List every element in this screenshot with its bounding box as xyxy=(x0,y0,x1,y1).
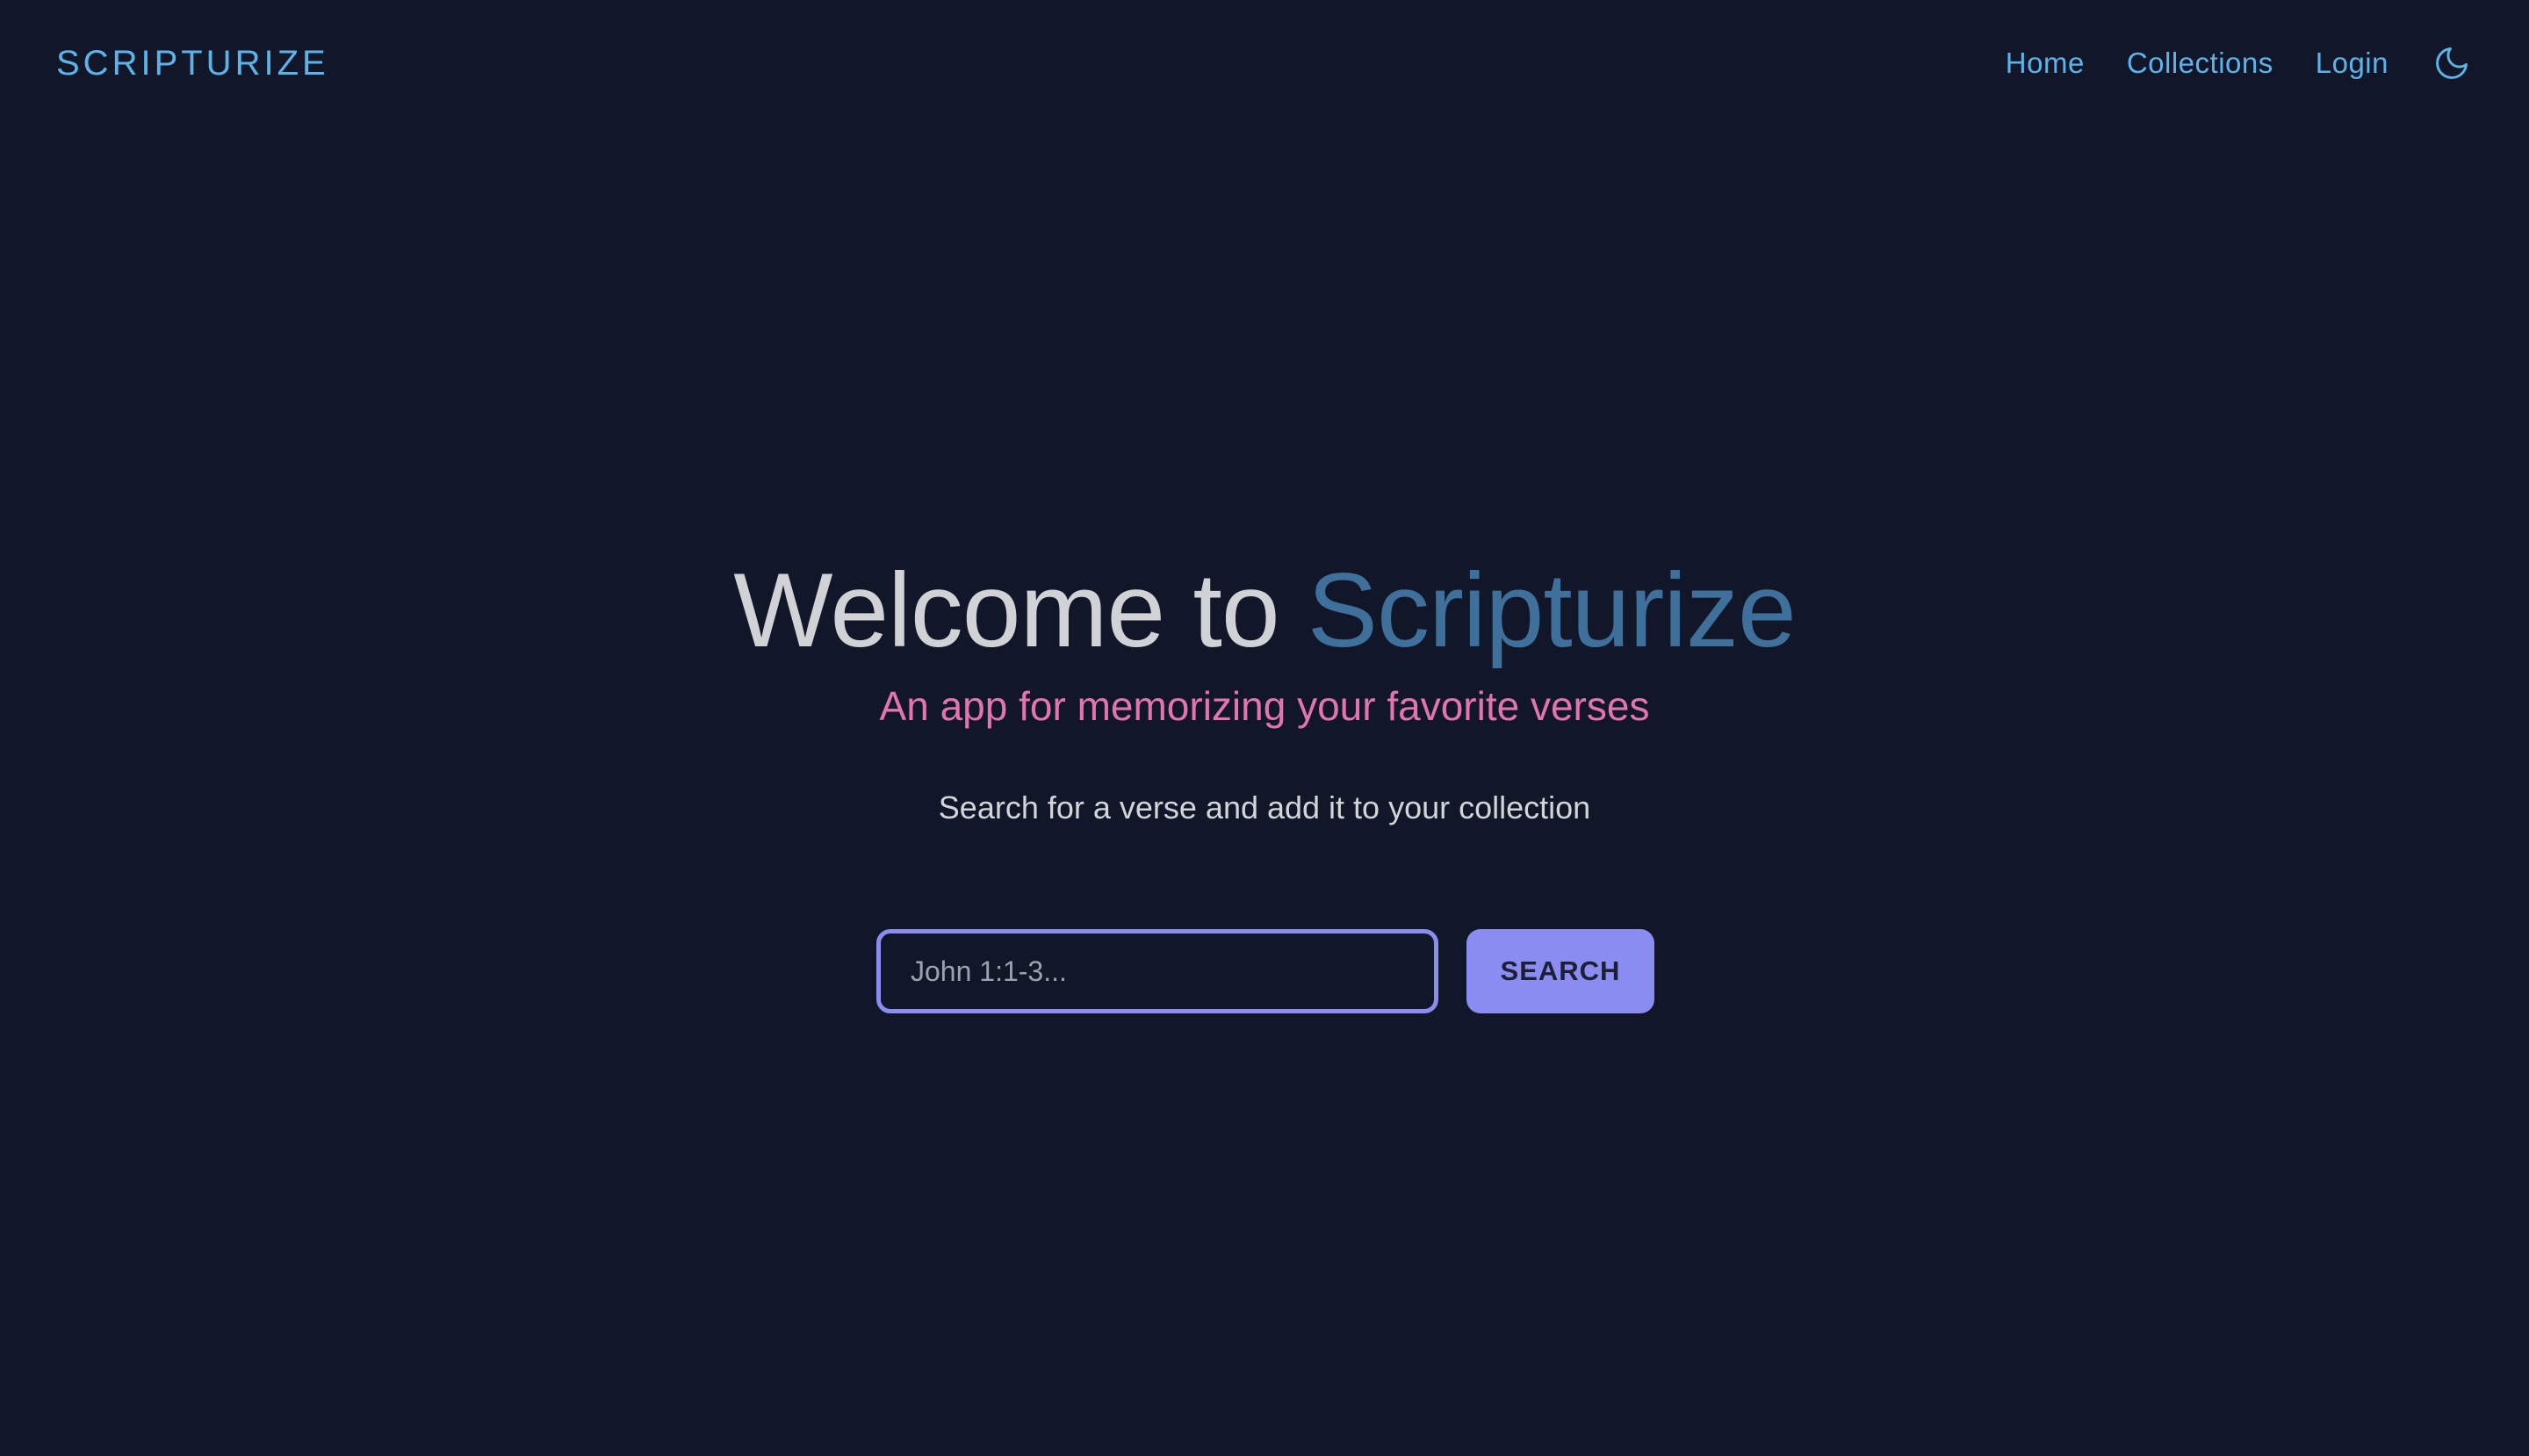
title-prefix: Welcome to xyxy=(733,551,1308,669)
nav-links: Home Collections Login xyxy=(1963,39,2473,88)
page-subtitle: An app for memorizing your favorite vers… xyxy=(879,683,1650,729)
page: SCRIPTURIZE Home Collections Login Welco… xyxy=(0,0,2529,1456)
brand-logo-link[interactable]: SCRIPTURIZE xyxy=(56,40,329,86)
nav-link-home[interactable]: Home xyxy=(2006,39,2085,88)
hero-section: Welcome to Scripturize An app for memori… xyxy=(0,546,2529,1013)
moon-icon xyxy=(2436,47,2468,79)
verse-search-input[interactable] xyxy=(876,929,1438,1013)
search-form: SEARCH xyxy=(0,929,2529,1013)
search-button[interactable]: SEARCH xyxy=(1466,929,1654,1013)
theme-toggle-button[interactable] xyxy=(2431,42,2473,84)
navbar: SCRIPTURIZE Home Collections Login xyxy=(0,0,2529,126)
nav-link-login[interactable]: Login xyxy=(2316,39,2388,88)
page-title: Welcome to Scripturize xyxy=(0,546,2529,674)
title-accent: Scripturize xyxy=(1307,551,1797,669)
search-hint-text: Search for a verse and add it to your co… xyxy=(938,789,1591,825)
nav-link-collections[interactable]: Collections xyxy=(2127,39,2273,88)
